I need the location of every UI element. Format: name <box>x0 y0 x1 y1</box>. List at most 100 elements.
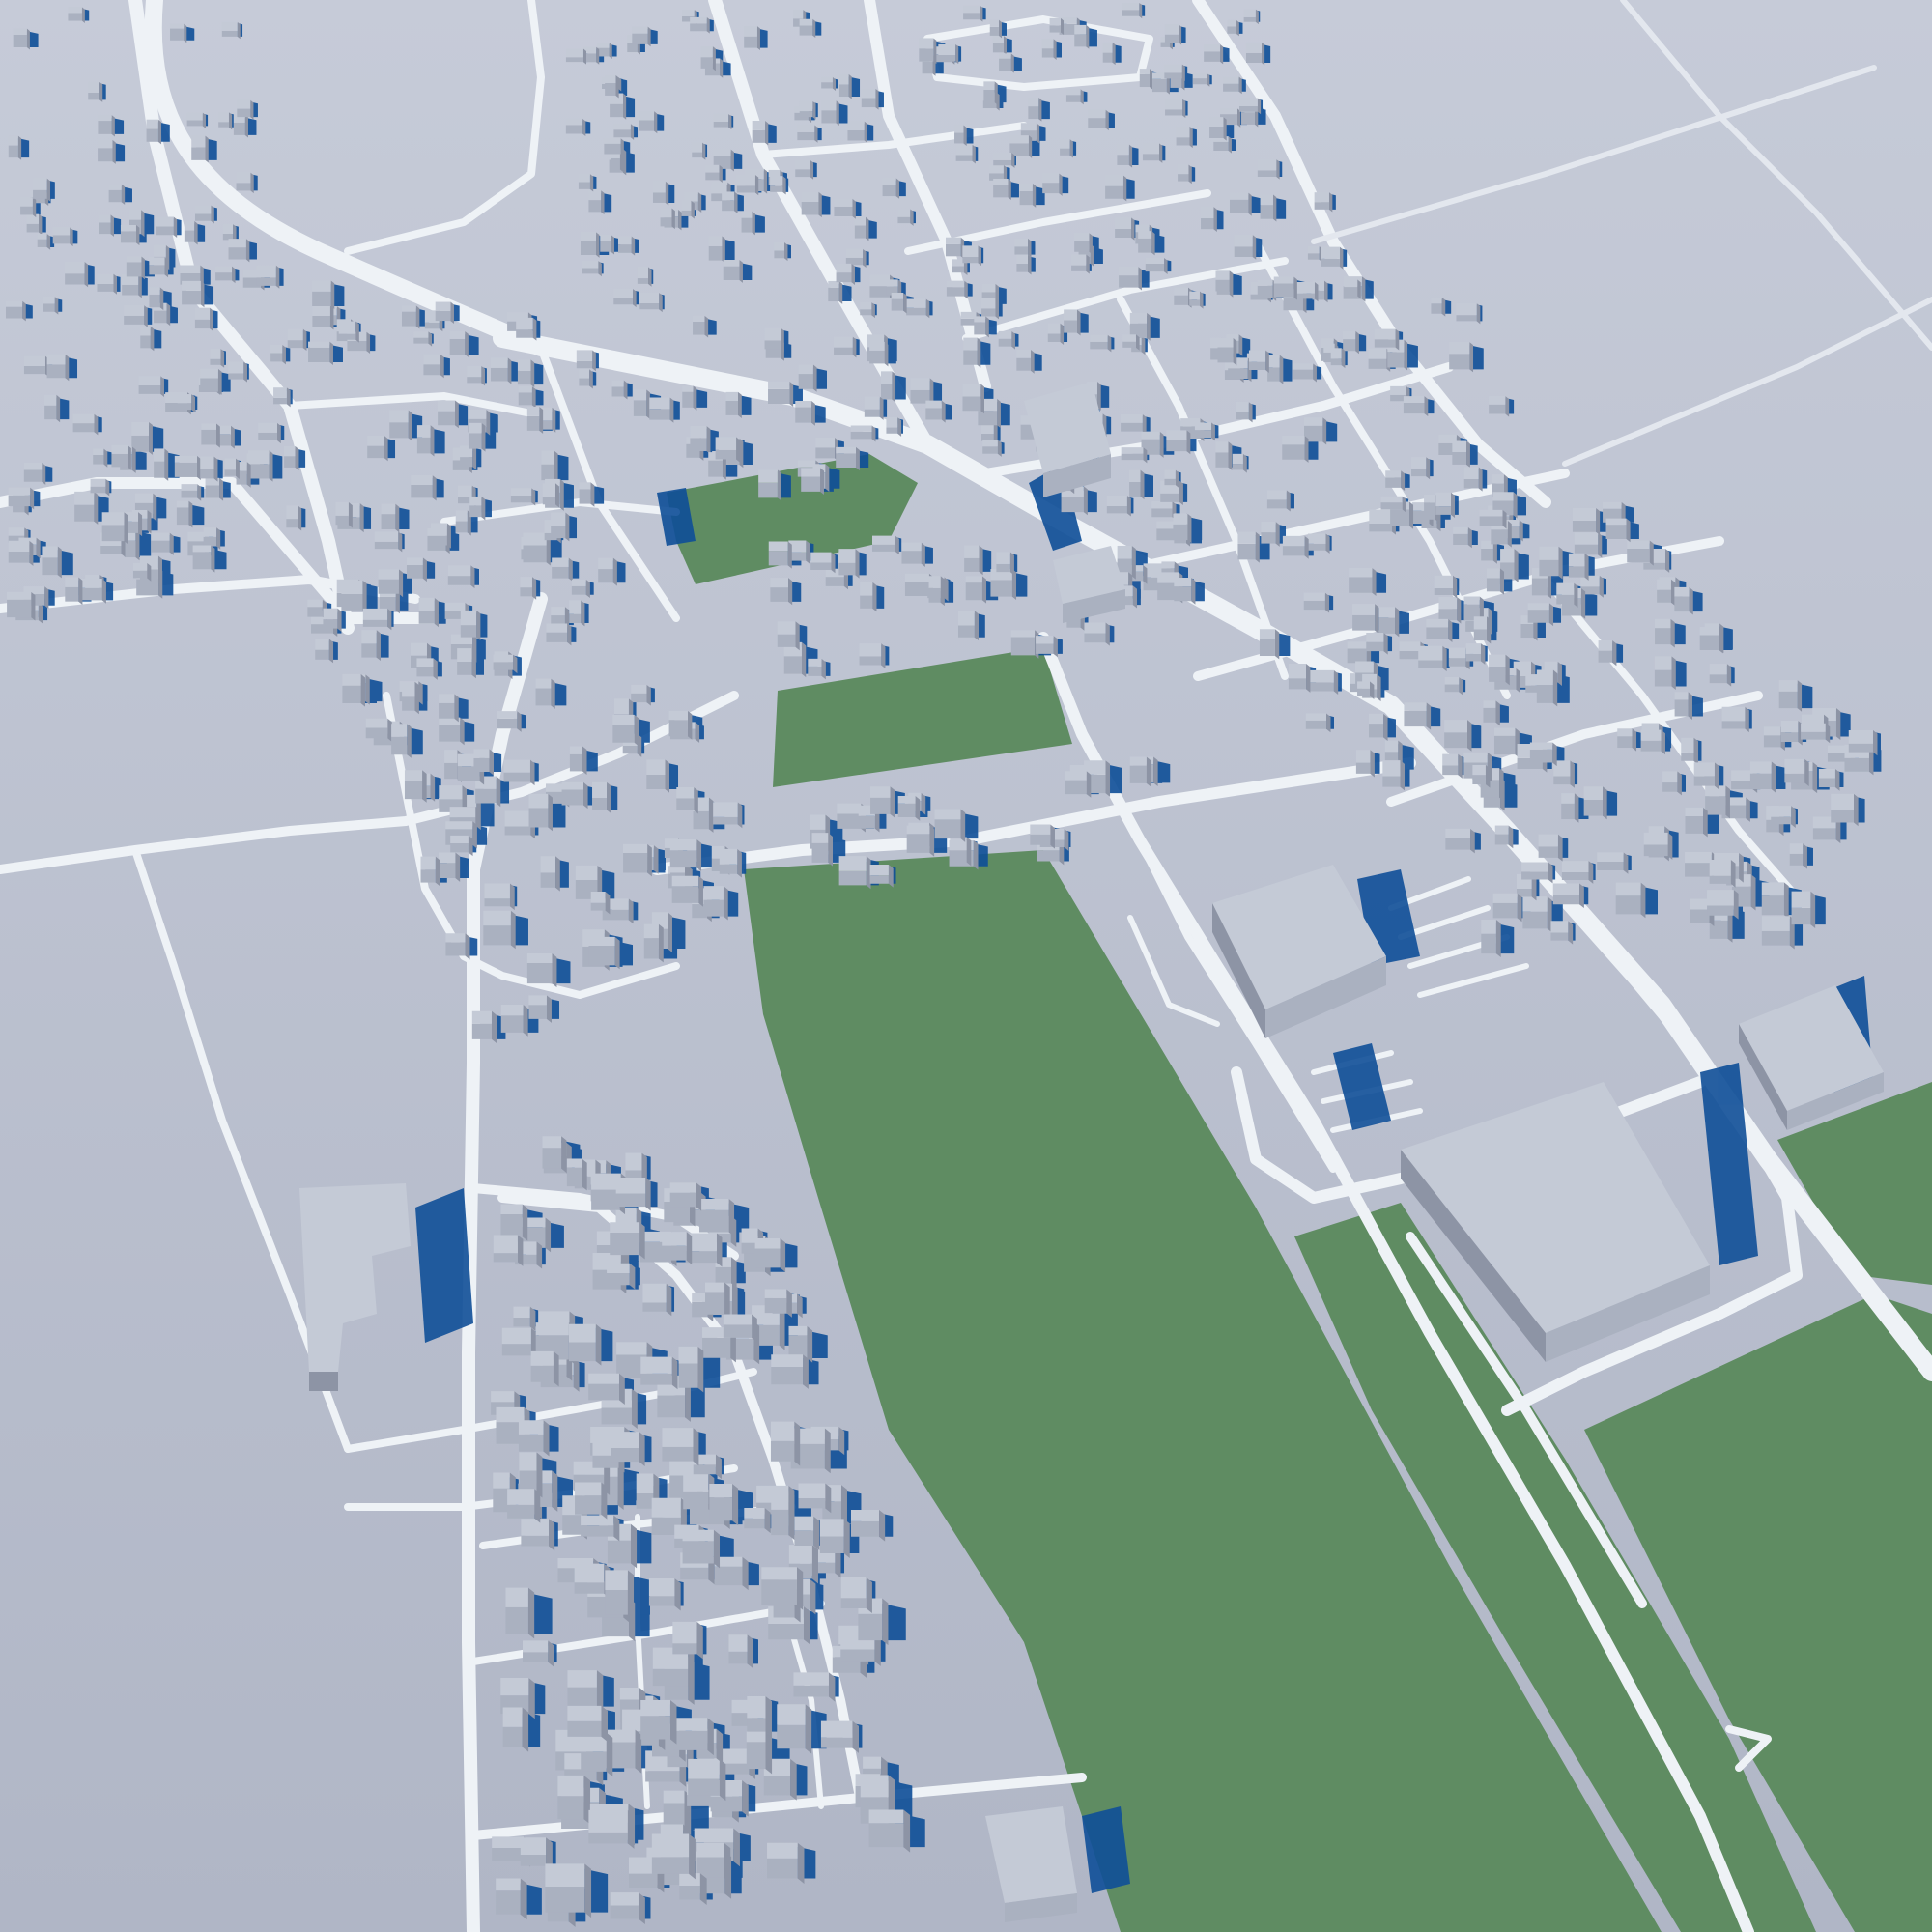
building[interactable] <box>1368 348 1391 372</box>
building[interactable] <box>690 426 711 455</box>
building[interactable] <box>5 300 26 322</box>
building[interactable] <box>72 413 99 436</box>
building[interactable] <box>1493 727 1520 758</box>
building[interactable] <box>1106 495 1131 517</box>
building[interactable] <box>1721 706 1749 733</box>
building[interactable] <box>906 825 935 857</box>
building[interactable] <box>401 305 420 329</box>
building[interactable] <box>764 327 784 353</box>
building[interactable] <box>552 557 573 582</box>
building[interactable] <box>569 1323 602 1366</box>
building[interactable] <box>1122 2 1143 19</box>
building[interactable] <box>237 99 254 120</box>
building[interactable] <box>662 1428 699 1466</box>
building[interactable] <box>120 224 140 246</box>
building[interactable] <box>801 468 824 496</box>
building[interactable] <box>1138 231 1155 256</box>
building[interactable] <box>23 462 46 485</box>
building[interactable] <box>754 1237 786 1272</box>
building[interactable] <box>993 178 1011 201</box>
building[interactable] <box>361 630 381 662</box>
building[interactable] <box>819 1519 850 1558</box>
building[interactable] <box>690 16 710 34</box>
building[interactable] <box>1789 843 1807 869</box>
building[interactable] <box>1321 246 1344 270</box>
building[interactable] <box>1627 540 1654 566</box>
building[interactable] <box>662 1232 693 1265</box>
building[interactable] <box>1117 144 1133 168</box>
building[interactable] <box>834 336 857 358</box>
building[interactable] <box>1257 159 1280 180</box>
building[interactable] <box>88 81 103 102</box>
building[interactable] <box>1215 441 1233 470</box>
building[interactable] <box>836 263 856 285</box>
building[interactable] <box>617 236 636 256</box>
building[interactable] <box>1784 758 1809 787</box>
building[interactable] <box>438 400 459 429</box>
building[interactable] <box>1028 97 1042 122</box>
building[interactable] <box>928 576 945 607</box>
building[interactable] <box>610 1222 645 1260</box>
building[interactable] <box>1227 19 1239 37</box>
building[interactable] <box>723 259 743 283</box>
building[interactable] <box>746 1731 773 1775</box>
building[interactable] <box>561 781 588 810</box>
building[interactable] <box>154 448 169 481</box>
building[interactable] <box>1685 807 1708 838</box>
building[interactable] <box>649 397 674 423</box>
building[interactable] <box>946 237 965 260</box>
building[interactable] <box>1561 793 1579 823</box>
building[interactable] <box>1016 254 1032 275</box>
building[interactable] <box>1314 192 1333 213</box>
building[interactable] <box>460 610 481 641</box>
building[interactable] <box>23 355 49 378</box>
building[interactable] <box>545 1863 592 1918</box>
building[interactable] <box>566 1158 587 1191</box>
building[interactable] <box>1016 350 1035 374</box>
building[interactable] <box>639 111 658 134</box>
building[interactable] <box>1234 235 1257 260</box>
building[interactable] <box>632 26 651 47</box>
building[interactable] <box>194 307 213 332</box>
building[interactable] <box>901 542 925 567</box>
building[interactable] <box>1486 568 1505 595</box>
building[interactable] <box>111 444 131 470</box>
building[interactable] <box>588 1373 625 1406</box>
building[interactable] <box>1245 42 1265 66</box>
building[interactable] <box>957 611 980 641</box>
building[interactable] <box>423 354 444 379</box>
building[interactable] <box>771 1491 795 1540</box>
building[interactable] <box>455 510 471 536</box>
building[interactable] <box>840 1577 872 1614</box>
city-3d-map[interactable] <box>0 0 1932 1932</box>
building[interactable] <box>708 236 725 264</box>
building[interactable] <box>700 46 716 71</box>
building[interactable] <box>42 546 62 579</box>
building[interactable] <box>768 541 792 569</box>
building[interactable] <box>1343 330 1359 355</box>
building[interactable] <box>669 838 702 871</box>
building[interactable] <box>1481 919 1501 958</box>
building[interactable] <box>678 1346 704 1393</box>
building[interactable] <box>1173 513 1192 544</box>
building[interactable] <box>1674 692 1692 721</box>
building[interactable] <box>1374 328 1400 351</box>
building[interactable] <box>1115 217 1135 241</box>
building[interactable] <box>648 1578 681 1611</box>
building[interactable] <box>643 923 664 963</box>
building[interactable] <box>974 316 989 338</box>
building[interactable] <box>270 344 286 365</box>
building[interactable] <box>581 1732 613 1777</box>
building[interactable] <box>406 557 427 582</box>
building[interactable] <box>950 837 972 867</box>
building[interactable] <box>783 641 807 678</box>
building[interactable] <box>798 364 817 392</box>
building[interactable] <box>367 435 388 462</box>
building[interactable] <box>605 1570 635 1620</box>
building[interactable] <box>516 317 537 341</box>
building[interactable] <box>1288 663 1311 693</box>
building[interactable] <box>1657 579 1676 607</box>
building[interactable] <box>860 582 877 612</box>
building[interactable] <box>1463 467 1483 492</box>
building[interactable] <box>1483 700 1500 726</box>
